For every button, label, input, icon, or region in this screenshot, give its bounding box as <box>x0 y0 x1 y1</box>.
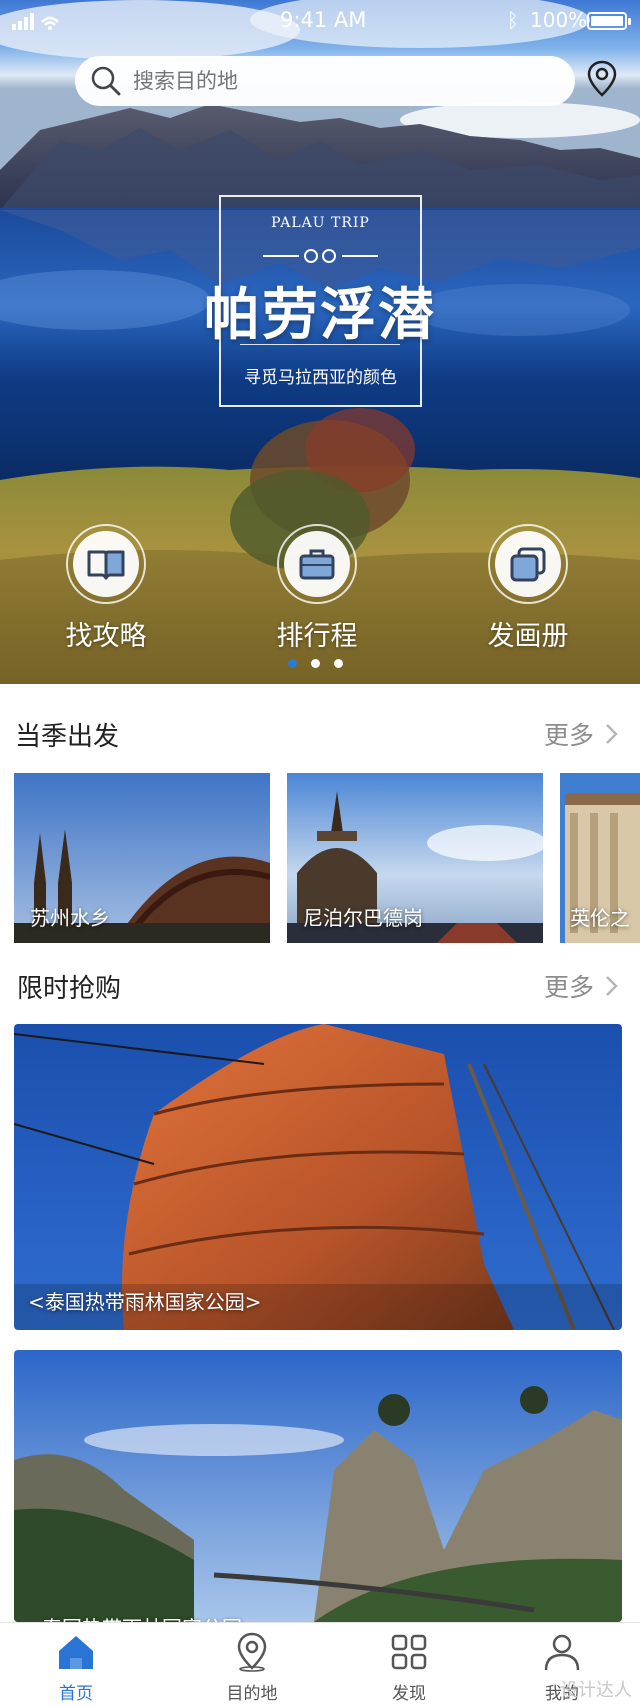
tab-home[interactable]: 首页 <box>16 1631 136 1704</box>
chevron-right-icon <box>606 724 618 744</box>
sailboat-image <box>14 1024 622 1330</box>
grid-icon <box>391 1634 427 1670</box>
banner-divider <box>240 344 400 345</box>
season-section-header: 当季出发 更多 <box>0 716 640 756</box>
home-screen: 9:41 AM ᛒ 100% PALAU TRIP 帕劳浮潜 寻觅马拉西亚的颜色 <box>0 0 640 1707</box>
quick-action-guide-label: 找攻略 <box>65 621 147 652</box>
banner-subtitle: 寻觅马拉西亚的颜色 <box>244 368 397 388</box>
banner-english-subtitle: PALAU TRIP <box>271 215 370 231</box>
season-section-title: 当季出发 <box>15 722 120 752</box>
quick-action-album-label: 发画册 <box>487 621 569 652</box>
season-more-label: 更多 <box>543 721 594 750</box>
home-icon <box>59 1636 93 1669</box>
bottom-tab-bar: 首页 目的地 发现 我的 <box>0 1622 640 1707</box>
flash-sale-section-title: 限时抢购 <box>17 974 122 1004</box>
flash-sale-section-header: 限时抢购 更多 <box>0 968 640 1008</box>
rainforest-image <box>14 1350 622 1622</box>
location-icon[interactable] <box>587 60 617 98</box>
tab-destination-label: 目的地 <box>226 1684 278 1704</box>
banner-title: 帕劳浮潜 <box>204 283 436 348</box>
flash-sale-card[interactable]: <泰国热带雨林国家公园> <box>14 1024 622 1330</box>
user-icon <box>544 1634 580 1671</box>
search-input[interactable] <box>133 69 533 93</box>
bluetooth-icon: ᛒ <box>507 8 519 32</box>
status-time: 9:41 AM <box>280 8 367 32</box>
flash-sale-card-label: <泰国热带雨林国家公园> <box>28 1290 262 1314</box>
carousel-dot[interactable] <box>288 659 297 668</box>
season-card-list[interactable]: 苏州水乡 尼泊尔巴德岗 英伦之 <box>14 773 640 943</box>
season-card[interactable]: 苏州水乡 <box>14 773 270 943</box>
quick-action-itinerary-label: 排行程 <box>276 621 358 652</box>
hero-banner[interactable]: 9:41 AM ᛒ 100% PALAU TRIP 帕劳浮潜 寻觅马拉西亚的颜色 <box>0 0 640 684</box>
quick-action-album[interactable]: 发画册 <box>453 524 603 653</box>
carousel-dot[interactable] <box>334 659 343 668</box>
search-bar[interactable] <box>75 56 575 106</box>
quick-action-itinerary[interactable]: 排行程 <box>242 524 392 653</box>
battery-percent: 100% <box>530 8 588 32</box>
tab-discover-label: 发现 <box>392 1684 426 1704</box>
search-icon <box>91 66 121 96</box>
chevron-right-icon <box>606 976 618 996</box>
flash-sale-card[interactable]: 泰国热带雨林国家公园 <box>14 1350 622 1622</box>
watermark: 设计达人 <box>560 1680 632 1701</box>
location-pin-icon <box>237 1632 267 1672</box>
tab-home-label: 首页 <box>59 1684 93 1704</box>
status-bar: 9:41 AM ᛒ 100% <box>0 0 640 40</box>
tab-discover[interactable]: 发现 <box>349 1631 469 1704</box>
season-card[interactable]: 尼泊尔巴德岗 <box>287 773 543 943</box>
quick-action-guide[interactable]: 找攻略 <box>31 524 181 653</box>
book-icon <box>87 550 125 580</box>
season-card-label: 苏州水乡 <box>30 906 110 930</box>
flash-sale-card-label: 泰国热带雨林国家公园 <box>42 1612 242 1622</box>
season-card[interactable]: 英伦之 <box>560 773 640 943</box>
signal-icon <box>12 13 59 30</box>
carousel-indicator <box>288 659 343 668</box>
season-card-label: 英伦之 <box>570 906 630 930</box>
flash-sale-more-label: 更多 <box>543 973 594 1002</box>
tab-destination[interactable]: 目的地 <box>192 1631 312 1704</box>
flash-sale-more-link[interactable]: 更多 <box>544 968 622 1004</box>
briefcase-icon <box>299 549 335 580</box>
battery-icon <box>587 12 631 30</box>
season-card-label: 尼泊尔巴德岗 <box>303 906 423 930</box>
banner-decoration <box>263 249 378 263</box>
album-icon <box>510 547 546 582</box>
carousel-dot[interactable] <box>311 659 320 668</box>
season-more-link[interactable]: 更多 <box>544 716 622 752</box>
